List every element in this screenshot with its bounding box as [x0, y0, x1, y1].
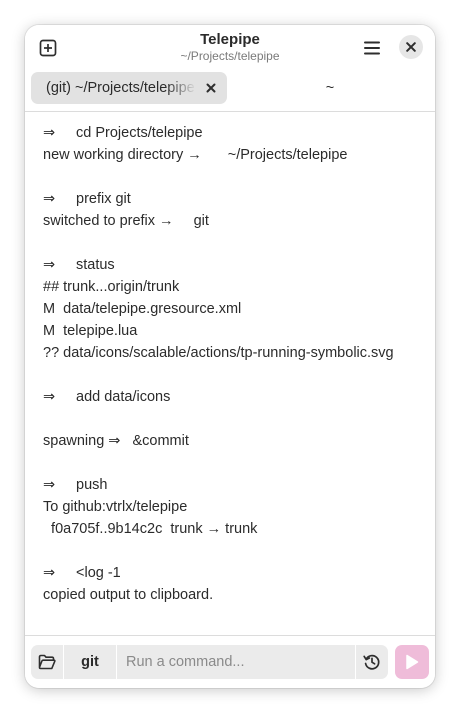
output-line: M data/telepipe.gresource.xml: [43, 301, 242, 317]
command-line: ⇒ prefix git: [43, 188, 423, 210]
history-icon: [363, 654, 380, 670]
output-prefix: new working directory →: [43, 147, 202, 163]
new-tab-button[interactable]: [35, 35, 61, 61]
window-title-area: Telepipe ~/Projects/telepipe: [105, 31, 355, 64]
main-menu-button[interactable]: [359, 35, 385, 61]
output-prefix: spawning ⇒: [43, 433, 121, 449]
command-line: ⇒ add data/icons: [43, 386, 423, 408]
command-line: ⇒ <log -1: [43, 562, 423, 584]
prompt-arrow: ⇒: [43, 191, 56, 207]
run-button[interactable]: [395, 645, 429, 679]
folder-open-icon: [38, 654, 56, 670]
tab-close-icon: [206, 83, 216, 93]
tab-git-telepipe[interactable]: (git) ~/Projects/telepipe: [31, 72, 227, 104]
close-icon: [406, 42, 416, 52]
prompt-arrow: ⇒: [43, 477, 56, 493]
output-line: M telepipe.lua: [43, 323, 138, 339]
window-title: Telepipe: [200, 31, 260, 48]
prompt-arrow: ⇒: [43, 389, 56, 405]
command-text: add data/icons: [76, 389, 171, 405]
output-line: ## trunk...origin/trunk: [43, 279, 180, 295]
output-line: ?? data/icons/scalable/actions/tp-runnin…: [43, 345, 394, 361]
prompt-arrow: ⇒: [43, 565, 56, 581]
command-input-wrapper: [117, 645, 355, 679]
open-folder-button[interactable]: [31, 645, 63, 679]
prompt-arrow: ⇒: [43, 125, 56, 141]
command-line: ⇒ push: [43, 474, 423, 496]
command-text: cd Projects/telepipe: [76, 125, 203, 141]
output-line: switched to prefix → git: [43, 210, 423, 232]
history-button[interactable]: [356, 645, 388, 679]
window-subtitle: ~/Projects/telepipe: [180, 49, 280, 63]
output-line: new working directory → ~/Projects/telepi…: [43, 144, 423, 166]
header-bar: Telepipe ~/Projects/telepipe: [25, 25, 435, 71]
play-icon: [406, 654, 419, 670]
prompt-arrow: ⇒: [43, 257, 56, 273]
tab-home[interactable]: ~: [230, 72, 430, 104]
output-line: copied output to clipboard.: [43, 587, 214, 603]
output-line: To github:vtrlx/telepipe: [43, 499, 188, 515]
command-text: status: [76, 257, 115, 273]
command-line: ⇒ cd Projects/telepipe: [43, 122, 423, 144]
hamburger-menu-icon: [364, 41, 380, 55]
command-bar: git: [25, 635, 435, 688]
command-input[interactable]: [126, 654, 346, 670]
output-line: spawning ⇒ &commit: [43, 430, 423, 452]
close-window-button[interactable]: [399, 35, 423, 59]
command-entry-group: git: [31, 645, 388, 679]
output-line: f0a705f..9b14c2c trunk → trunk: [43, 521, 258, 537]
tab-close-button[interactable]: [203, 80, 219, 96]
new-tab-icon: [39, 39, 57, 57]
app-window: Telepipe ~/Projects/telepipe (git) ~/Pro…: [25, 25, 435, 688]
output-value: ~/Projects/telepipe: [227, 147, 348, 163]
output-value: &commit: [132, 433, 189, 449]
output-log: ⇒ cd Projects/telepipe new working direct…: [43, 122, 423, 606]
tab-bar: (git) ~/Projects/telepipe ~: [25, 71, 435, 112]
prefix-button[interactable]: git: [64, 645, 116, 679]
command-text: push: [76, 477, 108, 493]
tab-label: (git) ~/Projects/telepipe: [46, 80, 195, 96]
command-text: prefix git: [76, 191, 131, 207]
output-value: git: [193, 213, 209, 229]
command-line: ⇒ status: [43, 254, 423, 276]
command-text: <log -1: [76, 565, 121, 581]
output-prefix: switched to prefix →: [43, 213, 174, 229]
